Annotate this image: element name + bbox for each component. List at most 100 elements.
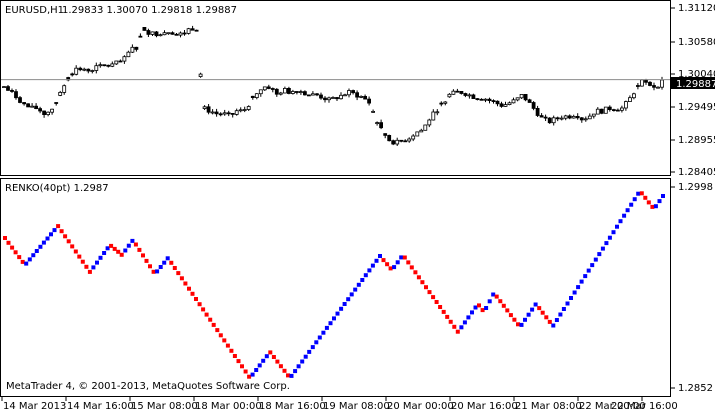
candle-body [102, 64, 107, 67]
renko-down-box [508, 313, 513, 318]
candle-body [238, 109, 243, 112]
renko-down-box [59, 229, 64, 234]
candle [391, 139, 396, 146]
candle-body [54, 102, 59, 104]
renko-down-box [232, 354, 237, 358]
candle-body [254, 93, 259, 98]
candle-body [628, 97, 632, 102]
renko-down-box [17, 255, 22, 260]
candle-body [495, 100, 500, 105]
renko-down-box [204, 312, 209, 317]
candle [26, 103, 31, 108]
candle [186, 27, 191, 35]
candle-body [399, 139, 404, 142]
candle-body [567, 115, 572, 119]
renko-down-box [477, 303, 481, 308]
candle-body [487, 98, 492, 101]
renko-up-box [332, 316, 336, 321]
candle-body [644, 79, 648, 83]
renko-down-box [381, 258, 386, 263]
renko-up-box [339, 306, 344, 311]
candle-body [331, 97, 335, 99]
renko-up-box [565, 301, 570, 306]
renko-down-box [77, 254, 82, 259]
candle-body [551, 117, 556, 124]
renko-up-box [38, 244, 43, 249]
candle-body [403, 140, 408, 143]
renko-up-box [618, 219, 623, 224]
candle-body [170, 32, 175, 35]
renko-down-box [278, 364, 283, 369]
renko-up-box [353, 287, 358, 292]
chart-root: EURUSD,H1 1.29833 1.30070 1.29818 1.2988… [0, 0, 715, 412]
candle-body [620, 107, 624, 111]
renko-down-box [544, 315, 549, 320]
candle-body [262, 86, 267, 91]
candle-body [222, 112, 227, 115]
renko-up-box [105, 246, 110, 251]
renko-up-box [34, 249, 39, 253]
main-axis-tick-label: 1.31120 [678, 3, 715, 14]
candle-body [162, 32, 167, 36]
renko-down-box [537, 306, 542, 311]
candle-body [543, 116, 548, 119]
renko-down-box [385, 262, 390, 267]
renko-down-box [109, 243, 114, 248]
renko-down-box [406, 260, 411, 265]
candle-body [387, 134, 392, 142]
renko-up-box [346, 297, 351, 302]
renko-up-box [622, 213, 627, 218]
renko-up-box [576, 285, 581, 290]
renko-down-box [275, 359, 280, 364]
main-chart-frame [0, 0, 671, 176]
candle-body [632, 93, 636, 99]
renko-up-box [24, 261, 29, 266]
renko-up-box [593, 257, 598, 262]
renko-down-box [409, 265, 414, 270]
candle [603, 106, 608, 114]
renko-down-box [271, 355, 276, 359]
candle-body [18, 97, 22, 103]
renko-up-box [572, 290, 577, 295]
candle-body [14, 91, 18, 99]
renko-down-box [179, 276, 184, 281]
renko-down-box [80, 259, 85, 264]
renko-up-box [49, 232, 53, 237]
candle-body [26, 103, 31, 108]
renko-down-box [172, 266, 177, 270]
candle-body [459, 91, 464, 94]
renko-up-box [459, 325, 464, 330]
renko-up-box [45, 236, 50, 241]
renko-down-box [247, 374, 252, 379]
candle-body [319, 94, 323, 99]
candle-body [22, 102, 27, 105]
copyright-label: MetaTrader 4, © 2001-2013, MetaQuotes So… [6, 381, 290, 392]
candle [142, 26, 147, 31]
candle-body [74, 67, 79, 75]
main-price-axis: 1.31120 1.30580 1.30040 1.29495 1.28955 … [671, 3, 715, 178]
renko-up-box [625, 208, 630, 213]
candle-body [154, 31, 159, 37]
candle-body [539, 115, 544, 118]
candle [599, 108, 604, 115]
ohlc-label: 1.29833 1.30070 1.29818 1.29887 [62, 5, 237, 16]
renko-up-box [367, 268, 372, 273]
renko-up-box [126, 243, 131, 248]
renko-down-box [416, 275, 421, 280]
candle-body [210, 111, 215, 114]
candle [102, 64, 107, 67]
renko-up-box [95, 260, 99, 265]
renko-up-box [41, 240, 46, 245]
renko-down-box [183, 281, 188, 286]
candle-body [519, 94, 524, 99]
renko-down-box [194, 297, 198, 301]
candle-body [640, 79, 644, 87]
renko-down-box [6, 240, 11, 245]
renko-down-box [650, 204, 655, 209]
renko-up-box [296, 364, 301, 369]
candle-body [198, 73, 203, 77]
main-axis-tick-label: 1.29495 [678, 102, 715, 113]
renko-down-box [427, 290, 432, 295]
candle-body [375, 122, 380, 124]
candle-body [583, 118, 588, 121]
